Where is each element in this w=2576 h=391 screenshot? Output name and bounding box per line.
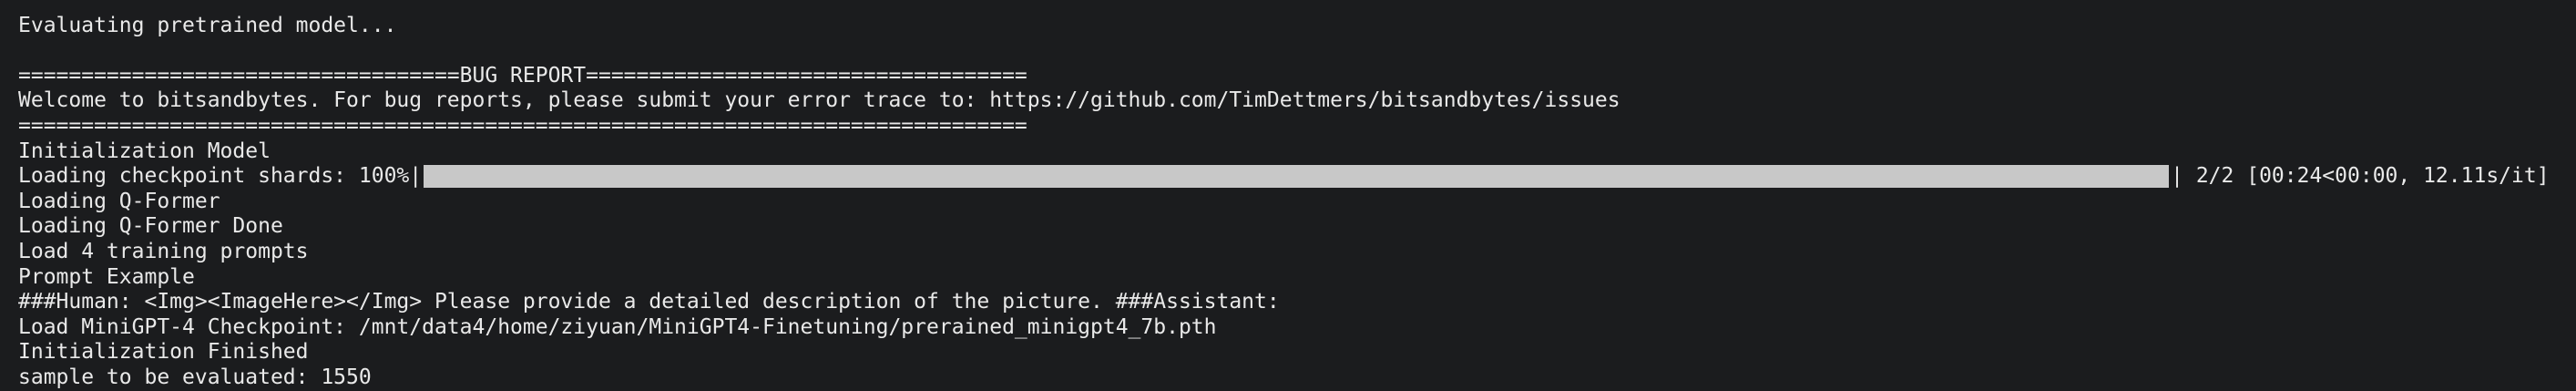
output-line-init-finished: Initialization Finished (18, 340, 309, 365)
progress-left-pipe: | (409, 164, 423, 189)
output-line-human-prompt: ###Human: <Img><ImageHere></Img> Please … (18, 290, 1280, 314)
terminal-output: Evaluating pretrained model... =========… (18, 0, 2569, 391)
progress-bar (424, 165, 2170, 189)
output-line-bug-footer: ========================================… (18, 113, 1027, 138)
output-line-load-prompts: Load 4 training prompts (18, 239, 309, 263)
output-line-sample-count: sample to be evaluated: 1550 (18, 365, 372, 389)
progress-bar-fill (424, 165, 2170, 189)
output-line-init-model: Initialization Model (18, 139, 271, 163)
output-line-bug-welcome: Welcome to bitsandbytes. For bug reports… (18, 88, 1620, 113)
output-line-prompt-example: Prompt Example (18, 264, 195, 289)
output-line-bug-header: ===================================BUG R… (18, 63, 1027, 87)
clipped-top-line (18, 0, 2569, 14)
output-line-loading-qformer-done: Loading Q-Former Done (18, 214, 283, 239)
output-line-loading-qformer: Loading Q-Former (18, 189, 220, 213)
progress-right-pipe: | (2171, 164, 2183, 189)
checkpoint-progress-line: Loading checkpoint shards: 100% | | 2/2 [0… (18, 164, 2569, 190)
output-line-blank (18, 38, 2569, 64)
output-line-evaluating: Evaluating pretrained model... (18, 13, 397, 37)
progress-stats: 2/2 [00:24<00:00, 12.11s/it] (2182, 164, 2550, 189)
output-line-load-checkpoint: Load MiniGPT-4 Checkpoint: /mnt/data4/ho… (18, 314, 1217, 339)
progress-label: Loading checkpoint shards: 100% (18, 164, 410, 189)
